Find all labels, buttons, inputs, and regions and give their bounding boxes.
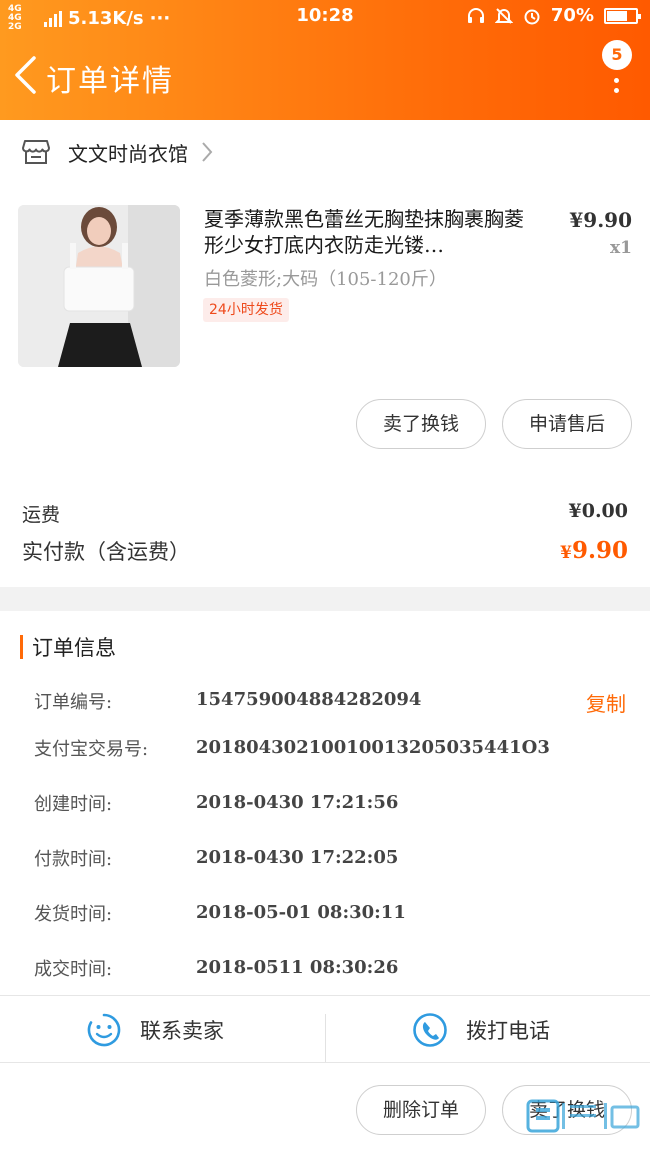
product-title[interactable]: 夏季薄款黑色蕾丝无胸垫抹胸裹胸菱形少女打底内衣防走光镂… (204, 206, 534, 258)
chevron-right-icon (202, 142, 213, 162)
section-accent-bar (20, 635, 23, 659)
call-phone-button[interactable]: 拨打电话 (412, 996, 550, 1064)
shipped-time-value: 2018-05-01 08:30:11 (196, 902, 406, 923)
completed-time-value: 2018-0511 08:30:26 (196, 957, 399, 978)
more-dot-icon (614, 78, 619, 83)
paid-label: 实付款（含运费） (22, 540, 190, 564)
battery-fill (607, 10, 627, 21)
created-time-label: 创建时间: (34, 794, 113, 815)
completed-time-label: 成交时间: (34, 959, 113, 980)
mute-bell-icon (494, 7, 513, 24)
delete-order-button[interactable]: 删除订单 (356, 1085, 486, 1135)
shipped-time-label: 发货时间: (34, 904, 113, 925)
shipping-tag: 24小时发货 (203, 298, 289, 322)
order-number-value: 154759004884282094 (196, 689, 422, 710)
site-watermark (526, 1099, 644, 1147)
app-header: 4G 4G 2G 5.13K/s ··· 10:28 70% 订单详情 5 (0, 0, 650, 120)
watermark-logo (526, 1099, 640, 1133)
copy-button[interactable]: 复制 (586, 688, 626, 717)
sell-for-cash-button[interactable]: 卖了换钱 (356, 399, 486, 449)
created-time-value: 2018-0430 17:21:56 (196, 792, 399, 813)
order-info-title: 订单信息 (32, 636, 116, 660)
product-photo (18, 205, 180, 367)
product-price: ¥9.90 (569, 208, 632, 232)
phone-icon (413, 1013, 447, 1047)
more-dot-icon (614, 88, 619, 93)
paid-amount: ¥9.90 (560, 537, 628, 564)
apply-after-sales-button[interactable]: 申请售后 (502, 399, 632, 449)
paid-time-label: 付款时间: (34, 849, 113, 870)
more-menu-button[interactable] (606, 66, 626, 96)
paid-currency: ¥ (560, 543, 572, 563)
status-bar: 4G 4G 2G 5.13K/s ··· 10:28 70% (0, 0, 650, 32)
product-spec: 白色菱形;大码（105-120斤） (204, 269, 447, 290)
battery-percent: 70% (550, 5, 594, 26)
product-image[interactable] (18, 205, 180, 367)
back-arrow-icon[interactable] (12, 55, 38, 95)
status-right: 70% (467, 5, 641, 26)
product-quantity: x1 (610, 238, 632, 258)
order-number-label: 订单编号: (34, 692, 113, 713)
contact-divider (325, 1014, 326, 1062)
chat-face-icon (87, 1013, 121, 1047)
paid-time-value: 2018-0430 17:22:05 (196, 847, 399, 868)
shipping-value: ¥0.00 (568, 500, 629, 522)
contact-seller-button[interactable]: 联系卖家 (86, 996, 224, 1064)
section-divider (0, 587, 650, 611)
alipay-trade-label: 支付宝交易号: (34, 739, 149, 760)
store-icon (22, 140, 50, 164)
alipay-trade-value: 20180430210010013205035441O3 (196, 737, 550, 758)
contact-seller-label: 联系卖家 (140, 1019, 224, 1043)
call-phone-label: 拨打电话 (466, 1019, 550, 1043)
paid-value: 9.90 (571, 537, 628, 564)
headset-icon (467, 7, 484, 23)
page-title: 订单详情 (46, 64, 174, 99)
shipping-label: 运费 (22, 504, 61, 526)
shop-name: 文文时尚衣馆 (68, 141, 188, 166)
contact-bar: 联系卖家 拨打电话 (0, 995, 650, 1063)
shop-row[interactable]: 文文时尚衣馆 (0, 120, 650, 184)
battery-icon (604, 7, 641, 24)
alarm-icon (524, 9, 540, 24)
